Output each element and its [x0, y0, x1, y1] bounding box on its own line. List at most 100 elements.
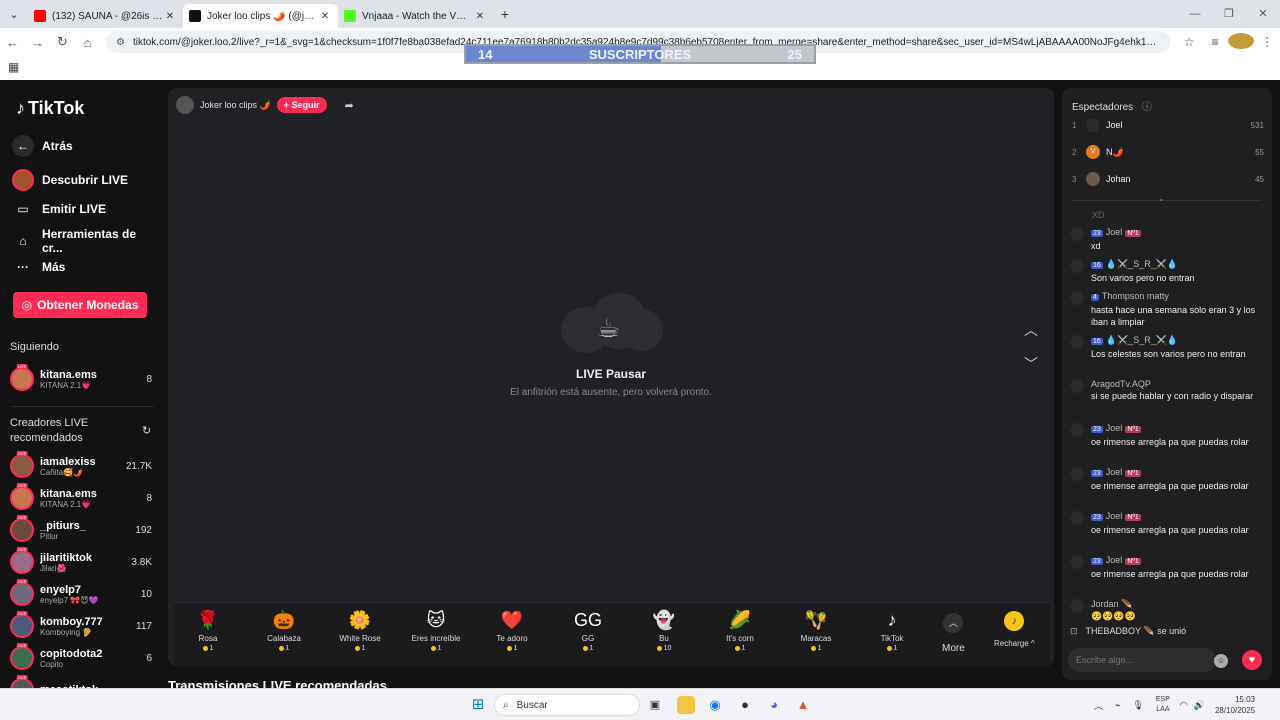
chevron-up-icon[interactable]: ︿: [1094, 699, 1103, 712]
discord-icon[interactable]: ◕: [765, 696, 783, 714]
browser-tab-youtube[interactable]: (132) SAUNA - @26is - YouTube ✕: [28, 4, 183, 28]
chevron-down-icon[interactable]: ﹀: [1020, 354, 1042, 374]
chat-username[interactable]: Joel: [1106, 423, 1123, 433]
language-indicator[interactable]: ESP LAA: [1156, 695, 1170, 715]
recommended-creator-item[interactable]: kitana.emsKITANA 2.1💗 8: [10, 484, 152, 512]
chat-username[interactable]: Joel: [1106, 555, 1123, 565]
like-heart-icon[interactable]: ♥: [1242, 650, 1262, 670]
recommended-creator-item[interactable]: iamalexissCañita🥰🌶️ 21.7K: [10, 452, 152, 480]
obs-icon[interactable]: ●: [736, 696, 754, 714]
emoji-icon[interactable]: ☺: [1214, 654, 1228, 668]
sidebar-item-discover-live[interactable]: Descubrir LIVE: [12, 169, 128, 191]
avatar[interactable]: [1070, 379, 1084, 393]
recharge-button[interactable]: ♪ Recharge ^: [994, 611, 1035, 648]
tab-search-icon[interactable]: ⌄: [0, 0, 28, 28]
microphone-icon[interactable]: 🎙: [1132, 700, 1143, 711]
gift-item[interactable]: 🌽 It's corn 1: [710, 609, 770, 652]
minimize-icon[interactable]: —: [1178, 0, 1212, 28]
host-name[interactable]: Joker loo clips 🌶️: [200, 100, 271, 111]
chat-username[interactable]: AragodTv.AQP: [1091, 379, 1151, 389]
following-item[interactable]: kitana.ems KITANA 2.1💗 8: [10, 365, 152, 393]
app-icon[interactable]: ▲: [794, 696, 812, 714]
close-tab-icon[interactable]: ✕: [473, 11, 487, 22]
avatar[interactable]: [1070, 599, 1084, 613]
gift-item[interactable]: ♪ TikTok 1: [862, 609, 922, 652]
host-avatar[interactable]: [176, 96, 194, 114]
back-button[interactable]: ← Atrás: [12, 135, 73, 157]
sidebar-item-go-live[interactable]: ▭ Emitir LIVE: [12, 198, 106, 220]
top-viewer-row[interactable]: 1 Joel 531: [1072, 118, 1264, 132]
gift-item[interactable]: GG GG 1: [558, 609, 618, 652]
reading-list-icon[interactable]: ≡: [1202, 35, 1228, 49]
avatar[interactable]: [1070, 467, 1084, 481]
chat-username[interactable]: 💧⚔️_S_R_⚔️💧: [1106, 259, 1178, 269]
sidebar-item-creator-tools[interactable]: ⌂ Herramientas de cr...: [12, 227, 160, 255]
recommended-creator-item[interactable]: _pitiurs_Pitiur 192: [10, 516, 152, 544]
chrome-icon[interactable]: ◉: [706, 696, 724, 714]
live-stream-player[interactable]: Joker loo clips 🌶️ + Seguir ➦ ☕ LIVE Pau…: [168, 88, 1054, 666]
taskbar-search[interactable]: ⌕ Buscar: [494, 694, 640, 716]
share-icon[interactable]: ➦: [345, 99, 354, 112]
sidebar-item-more[interactable]: ··· Más: [12, 256, 65, 278]
chat-input[interactable]: [1068, 648, 1216, 672]
gift-item[interactable]: 🎃 Calabaza 1: [254, 609, 314, 652]
refresh-icon[interactable]: ↻: [142, 424, 151, 437]
follow-button[interactable]: + Seguir: [276, 97, 327, 113]
more-gifts-button[interactable]: ︿ More: [942, 613, 965, 654]
site-info-icon[interactable]: ⚙: [116, 37, 125, 48]
top-viewer-row[interactable]: 2 V N🌶️ 55: [1072, 145, 1264, 159]
profile-avatar[interactable]: [1228, 32, 1254, 52]
chat-username[interactable]: 💧⚔️_S_R_⚔️💧: [1106, 335, 1178, 345]
gift-item[interactable]: 🪇 Maracas 1: [786, 609, 846, 652]
recommended-creator-item[interactable]: jilaritiktokJilari🌺 3.8K: [10, 548, 152, 576]
avatar[interactable]: [1070, 227, 1084, 241]
chevron-down-icon[interactable]: ⌄: [1158, 194, 1165, 203]
chevron-up-icon[interactable]: ︿: [1020, 320, 1042, 340]
volume-icon[interactable]: 🔊: [1194, 700, 1205, 711]
avatar[interactable]: [1070, 423, 1084, 437]
chat-username[interactable]: Joel: [1106, 467, 1123, 477]
bookmark-star-icon[interactable]: ☆: [1176, 35, 1202, 49]
avatar[interactable]: [1070, 555, 1084, 569]
browser-tab-tiktok[interactable]: Joker loo clips 🌶️ (@joker.loo.2 ✕: [183, 4, 338, 28]
recommended-creator-item[interactable]: komboy.777Komboying 🦻 117: [10, 612, 152, 640]
maximize-icon[interactable]: ❐: [1212, 0, 1246, 28]
chat-username[interactable]: Joel: [1106, 227, 1123, 237]
close-window-icon[interactable]: ✕: [1246, 0, 1280, 28]
avatar[interactable]: [1070, 291, 1084, 305]
get-coins-button[interactable]: ◎ Obtener Monedas: [13, 292, 147, 318]
recommended-creator-item[interactable]: enyelp7enyelp7 🎀😈💜 10: [10, 580, 152, 608]
back-icon[interactable]: ←: [0, 35, 25, 50]
recommended-creator-item[interactable]: mesotiktok: [10, 676, 152, 688]
chat-username[interactable]: Joel: [1106, 511, 1123, 521]
tiktok-logo[interactable]: ♪ TikTok: [16, 98, 84, 119]
top-viewer-row[interactable]: 3 Johan 45: [1072, 172, 1264, 186]
browser-tab-kick[interactable]: Vnjaaa - Watch the VOD on Kick ✕: [338, 4, 493, 28]
task-view-icon[interactable]: ▣: [646, 696, 664, 714]
gift-item[interactable]: ❤️ Te adoro 1: [482, 609, 542, 652]
browser-menu-icon[interactable]: ⋮: [1254, 35, 1280, 49]
apps-grid-icon[interactable]: ▦: [8, 60, 19, 74]
network-icon[interactable]: ⌁: [1115, 700, 1120, 711]
gift-item[interactable]: 🌹 Rosa 1: [178, 609, 238, 652]
gift-item[interactable]: 🐱 Eres increíble 1: [406, 609, 466, 652]
avatar[interactable]: [1070, 259, 1084, 273]
chat-username[interactable]: Jordan 🪶: [1091, 599, 1132, 609]
forward-icon[interactable]: →: [25, 35, 50, 50]
clock[interactable]: 15:03 28/10/2025: [1215, 694, 1255, 716]
file-explorer-icon[interactable]: [677, 696, 695, 714]
recommended-creator-item[interactable]: copitodota2Copito 6: [10, 644, 152, 672]
gift-item[interactable]: 👻 Bu 10: [634, 609, 694, 652]
info-icon[interactable]: ⓘ: [1142, 102, 1152, 113]
avatar[interactable]: [1070, 335, 1084, 349]
avatar[interactable]: [1070, 511, 1084, 525]
close-tab-icon[interactable]: ✕: [163, 11, 177, 22]
home-icon[interactable]: ⌂: [75, 35, 100, 50]
reload-icon[interactable]: ↻: [50, 34, 75, 50]
wifi-icon[interactable]: ◠: [1180, 700, 1188, 711]
gift-item[interactable]: 🌼 White Rose 1: [330, 609, 390, 652]
windows-start-icon[interactable]: ⊞: [469, 696, 487, 714]
new-tab-button[interactable]: +: [493, 6, 517, 22]
chat-username[interactable]: Thompson matty: [1102, 291, 1169, 301]
close-tab-icon[interactable]: ✕: [318, 11, 332, 22]
